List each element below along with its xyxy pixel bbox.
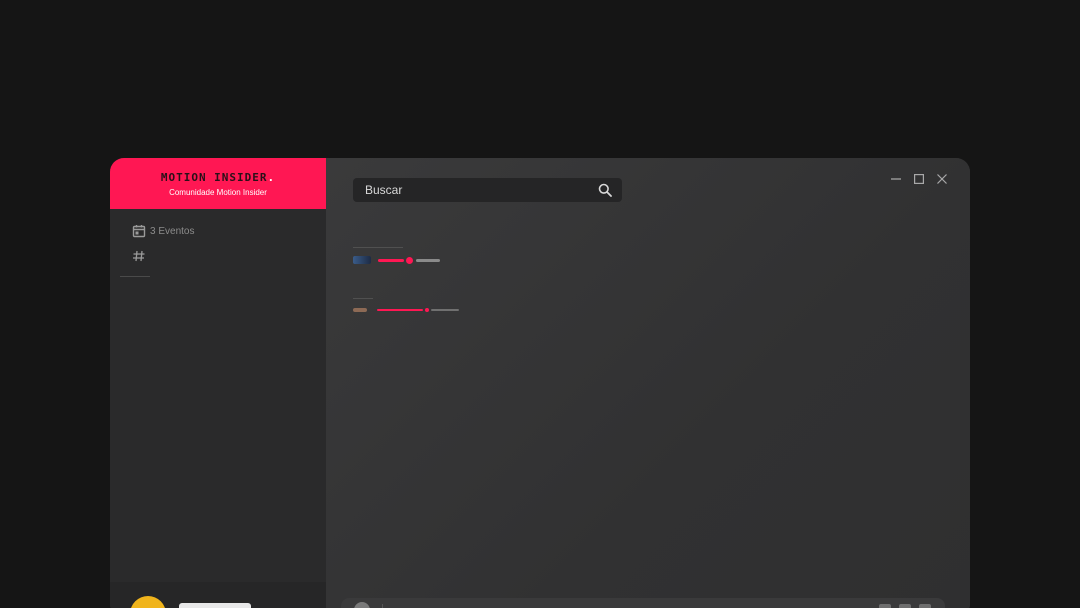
search-input[interactable] [365, 183, 598, 197]
message-thumbnail [353, 308, 367, 312]
minimize-icon[interactable] [889, 172, 903, 186]
close-icon[interactable] [935, 172, 949, 186]
user-panel [110, 582, 326, 608]
calendar-icon [132, 225, 146, 238]
status-badge [425, 308, 429, 312]
list-item[interactable] [353, 256, 440, 264]
date-divider [353, 247, 403, 248]
username-placeholder [179, 603, 251, 608]
search-bar[interactable] [353, 178, 622, 202]
gif-icon[interactable] [879, 604, 891, 608]
server-header[interactable]: MOTION INSIDER. Comunidade Motion Inside… [110, 158, 326, 209]
sidebar-item-channel[interactable] [132, 249, 150, 263]
avatar[interactable] [130, 596, 166, 608]
emoji-icon[interactable] [919, 604, 931, 608]
sidebar-divider [120, 276, 150, 277]
sidebar-item-events[interactable]: 3 Eventos [132, 224, 194, 238]
sidebar-item-label: 3 Eventos [150, 225, 195, 237]
message-bar [378, 258, 404, 262]
search-icon[interactable] [598, 183, 612, 197]
add-attachment-icon[interactable] [354, 602, 370, 608]
composer-divider [382, 604, 383, 608]
main-content [326, 158, 970, 608]
message-bar [431, 309, 459, 311]
maximize-icon[interactable] [912, 172, 926, 186]
message-bar [377, 309, 423, 311]
message-bar [416, 258, 440, 262]
brand-logo: MOTION INSIDER. [160, 171, 276, 184]
sidebar: MOTION INSIDER. Comunidade Motion Inside… [110, 158, 326, 608]
sticker-icon[interactable] [899, 604, 911, 608]
list-item[interactable] [353, 308, 459, 312]
server-subtitle: Comunidade Motion Insider [169, 188, 267, 197]
hash-icon [133, 250, 145, 262]
message-thumbnail [353, 256, 371, 264]
message-composer[interactable] [341, 598, 945, 608]
composer-toolbar [879, 604, 931, 608]
date-divider [353, 298, 373, 299]
app-window: MOTION INSIDER. Comunidade Motion Inside… [110, 158, 970, 608]
status-badge [406, 256, 413, 264]
